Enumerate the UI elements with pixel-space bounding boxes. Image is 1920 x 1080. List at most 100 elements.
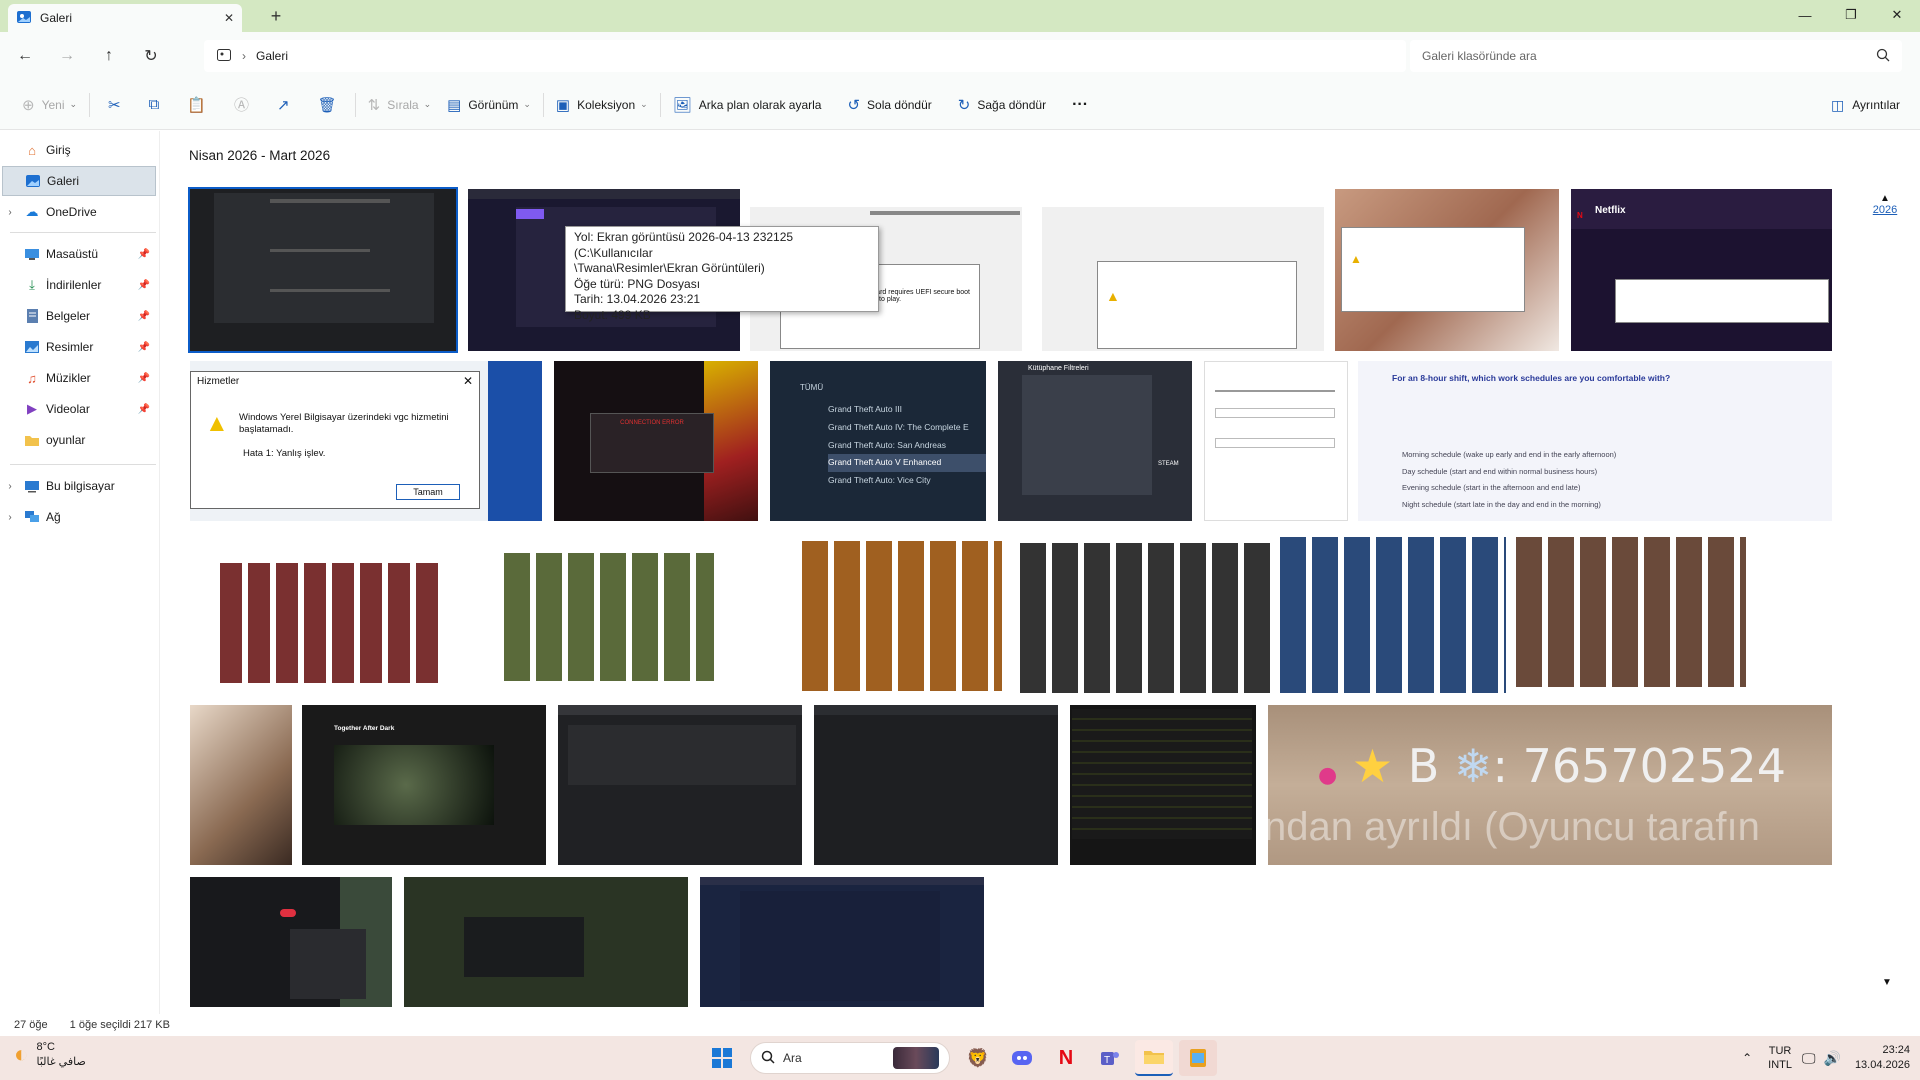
list-item: Grand Theft Auto: San Andreas — [828, 439, 946, 450]
minimize-button[interactable]: — — [1782, 0, 1828, 30]
cut-button[interactable]: ✂ — [94, 88, 135, 122]
copy-button[interactable]: ⧉ — [135, 88, 174, 122]
chevron-down-icon[interactable]: ▼ — [1882, 977, 1892, 988]
collection-button[interactable]: ▣ Koleksiyon ⌄ — [548, 88, 656, 122]
thumbnail[interactable] — [814, 705, 1058, 865]
tab-close-icon[interactable]: ✕ — [224, 11, 234, 25]
sidebar-item-pictures[interactable]: Resimler 📌 — [2, 332, 156, 362]
chevron-right-icon[interactable]: › — [2, 512, 18, 523]
thumbnail[interactable]: CONNECTION ERROR — [554, 361, 758, 521]
pin-icon[interactable]: 📌 — [138, 342, 150, 353]
thumbnail[interactable]: For an 8-hour shift, which work schedule… — [1358, 361, 1832, 521]
more-button[interactable]: ··· — [1064, 88, 1096, 122]
volume-icon[interactable]: 🔊 — [1824, 1050, 1841, 1067]
sidebar-item-gallery[interactable]: Galeri — [2, 166, 156, 196]
weather-widget[interactable]: ◐ 8°C صافي غالبًا — [14, 1040, 86, 1070]
chevron-up-icon[interactable]: ▲ — [1865, 193, 1905, 204]
rotate-left-button[interactable]: ↺ Sola döndür — [839, 88, 939, 122]
wallpaper-icon: 🖼 — [672, 96, 692, 114]
sidebar-item-home[interactable]: ⌂ Giriş — [2, 135, 156, 165]
discord-icon[interactable] — [1003, 1040, 1041, 1076]
set-background-button[interactable]: 🖼 Arka plan olarak ayarla — [665, 88, 830, 122]
chevron-right-icon[interactable]: › — [2, 207, 18, 218]
thumbnail[interactable]: TÜMÜ Grand Theft Auto III Grand Theft Au… — [770, 361, 986, 521]
sidebar-item-videos[interactable]: ▶ Videolar 📌 — [2, 394, 156, 424]
maximize-button[interactable]: ❐ — [1828, 0, 1874, 30]
view-icon: ▤ — [447, 96, 462, 114]
view-button[interactable]: ▤ Görünüm ⌄ — [439, 88, 539, 122]
rename-button[interactable]: Ⓐ — [220, 88, 263, 122]
thumbnail[interactable] — [1018, 533, 1270, 693]
sidebar-item-music[interactable]: ♫ Müzikler 📌 — [2, 363, 156, 393]
gallery-icon — [24, 173, 42, 189]
sidebar-item-oyunlar[interactable]: oyunlar — [2, 425, 156, 455]
thumbnail[interactable] — [462, 533, 734, 693]
thumbnail[interactable] — [190, 877, 392, 1007]
tooltip-date: Tarih: 13.04.2026 23:21 — [574, 292, 701, 306]
thumbnail[interactable]: ▲ — [1042, 189, 1324, 351]
rotate-right-button[interactable]: ↻ Sağa döndür — [950, 88, 1054, 122]
path-box[interactable]: › Galeri — [204, 40, 1406, 72]
sidebar-item-downloads[interactable]: ⤓ İndirilenler 📌 — [2, 270, 156, 300]
tab-galeri[interactable]: Galeri ✕ — [8, 4, 242, 32]
sidebar-item-documents[interactable]: Belgeler 📌 — [2, 301, 156, 331]
thumbnail[interactable] — [1070, 705, 1256, 865]
chevron-right-icon[interactable]: › — [2, 481, 18, 492]
file-explorer-icon[interactable] — [1135, 1040, 1173, 1076]
thumbnail[interactable] — [700, 877, 984, 1007]
chevron-up-icon[interactable]: ⌃ — [1742, 1051, 1752, 1065]
thumbnail[interactable]: Hizmetler ✕ ▲ Windows Yerel Bilgisayar ü… — [190, 361, 542, 521]
close-icon: ✕ — [462, 374, 473, 388]
share-button[interactable]: ↗ — [263, 88, 304, 122]
sidebar-item-onedrive[interactable]: › ☁ OneDrive — [2, 197, 156, 227]
thumbnail[interactable] — [190, 705, 292, 865]
photos-app-icon[interactable] — [1179, 1040, 1217, 1076]
thumbnail[interactable]: ▲ — [1335, 189, 1559, 351]
thumbnail[interactable] — [190, 533, 452, 693]
pin-icon[interactable]: 📌 — [138, 404, 150, 415]
paste-button[interactable]: 📋 — [173, 88, 220, 122]
up-button[interactable]: ↑ — [92, 40, 126, 72]
thumbnail[interactable]: Together After Dark — [302, 705, 546, 865]
taskbar-search[interactable]: Ara — [750, 1042, 950, 1074]
start-button[interactable] — [703, 1040, 741, 1076]
sort-button[interactable]: ⇅ Sırala ⌄ — [360, 88, 439, 122]
clock[interactable]: 23:24 13.04.2026 — [1855, 1043, 1910, 1073]
thumbnail[interactable] — [1204, 361, 1348, 521]
brave-browser-icon[interactable]: 🦁 — [959, 1040, 997, 1076]
search-placeholder: Galeri klasöründe ara — [1422, 49, 1537, 63]
refresh-button[interactable]: ↻ — [134, 40, 168, 72]
thumbnail[interactable] — [404, 877, 688, 1007]
sidebar-item-desktop[interactable]: Masaüstü 📌 — [2, 239, 156, 269]
thumbnail[interactable] — [1280, 533, 1506, 693]
sidebar-item-this-pc[interactable]: › Bu bilgisayar — [2, 471, 156, 501]
search-icon — [1876, 48, 1890, 65]
pin-icon[interactable]: 📌 — [138, 249, 150, 260]
forward-button[interactable]: → — [50, 40, 84, 72]
pin-icon[interactable]: 📌 — [138, 311, 150, 322]
search-input[interactable]: Galeri klasöründe ara — [1410, 40, 1902, 72]
details-button[interactable]: ◫ Ayrıntılar — [1831, 88, 1900, 122]
new-tab-button[interactable]: + — [262, 6, 290, 28]
delete-button[interactable]: 🗑 — [304, 88, 351, 122]
sidebar-item-network[interactable]: › Ağ — [2, 502, 156, 532]
language-indicator[interactable]: TUR INTL — [1768, 1044, 1792, 1072]
network-status-icon[interactable]: 🖵 — [1802, 1050, 1816, 1067]
breadcrumb[interactable]: Galeri — [256, 49, 288, 63]
close-button[interactable]: ✕ — [1874, 0, 1920, 30]
thumbnail[interactable]: N Netflix — [1571, 189, 1832, 351]
gallery-view: Nisan 2026 - Mart 2026 This version of V… — [160, 131, 1920, 1014]
thumbnail[interactable]: Kütüphane Filtreleri STEAM — [998, 361, 1192, 521]
back-button[interactable]: ← — [8, 40, 42, 72]
thumbnail[interactable]: ● ★ B ❄: 765702524 ndan ayrıldı (Oyuncu … — [1268, 705, 1832, 865]
thumbnail-selected[interactable] — [188, 187, 458, 353]
timeline-scroller[interactable]: ▲ 2026 — [1865, 193, 1905, 216]
thumbnail[interactable] — [1516, 533, 1832, 693]
pin-icon[interactable]: 📌 — [138, 373, 150, 384]
new-button[interactable]: ⊕ Yeni ⌄ — [14, 88, 85, 122]
pin-icon[interactable]: 📌 — [138, 280, 150, 291]
teams-icon[interactable]: T — [1091, 1040, 1129, 1076]
thumbnail[interactable] — [746, 533, 1008, 693]
netflix-icon[interactable]: N — [1047, 1040, 1085, 1076]
thumbnail[interactable] — [558, 705, 802, 865]
